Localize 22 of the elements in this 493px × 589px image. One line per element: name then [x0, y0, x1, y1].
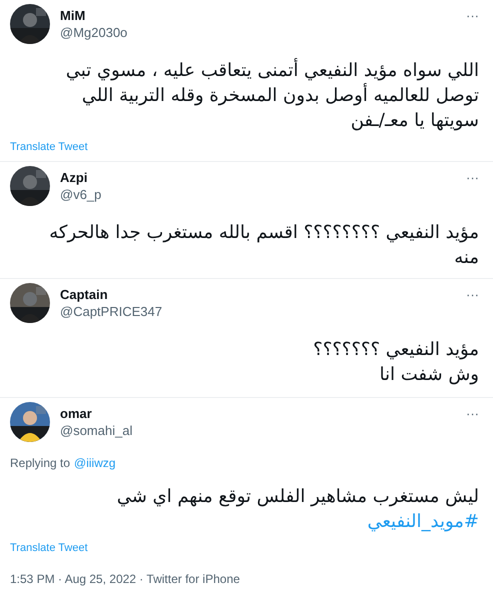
- more-options-button[interactable]: ···: [466, 406, 479, 421]
- tweet-text-line: توصل للعالميه أوصل بدون المسخرة وقله التربية اللي: [82, 83, 479, 108]
- user-name[interactable]: omar: [60, 405, 456, 422]
- more-options-button[interactable]: ···: [466, 8, 479, 23]
- user-handle[interactable]: @somahi_al: [60, 422, 456, 439]
- tweet-text-line: ليش مستغرب مشاهير الفلس توقع منهم اي شي: [116, 485, 479, 509]
- user-handle[interactable]: @Mg2030o: [60, 24, 456, 41]
- user-name[interactable]: Azpi: [60, 169, 456, 186]
- tweet-text-line: مؤيد النفيعي ؟؟؟؟؟؟؟: [313, 338, 479, 362]
- replying-label: Replying to: [10, 456, 70, 470]
- user-handle[interactable]: @CaptPRICE347: [60, 303, 456, 320]
- more-options-button[interactable]: ···: [466, 287, 479, 302]
- tweet-text-line: سويتها يا معـ/ـفن: [350, 109, 479, 133]
- user-name[interactable]: Captain: [60, 286, 456, 303]
- tweet-meta: 1:53 PM · Aug 25, 2022 · Twitter for iPhone: [10, 572, 241, 586]
- more-options-button[interactable]: ···: [466, 170, 479, 185]
- tweet-text-line: مؤيد النفيعي ؟؟؟؟؟؟؟؟ اقسم بالله مستغرب جدا هالحركه: [49, 221, 479, 245]
- tweet-text-line: اللي سواه مؤيد النفيعي أتمنى يتعاقب عليه ، مسوي تبي: [66, 58, 479, 83]
- user-handle[interactable]: @v6_p: [60, 186, 456, 203]
- tweet-text-line: وش شفت انا: [380, 363, 479, 387]
- tweet-text-line: منه: [454, 246, 479, 270]
- user-name[interactable]: MiM: [60, 7, 456, 24]
